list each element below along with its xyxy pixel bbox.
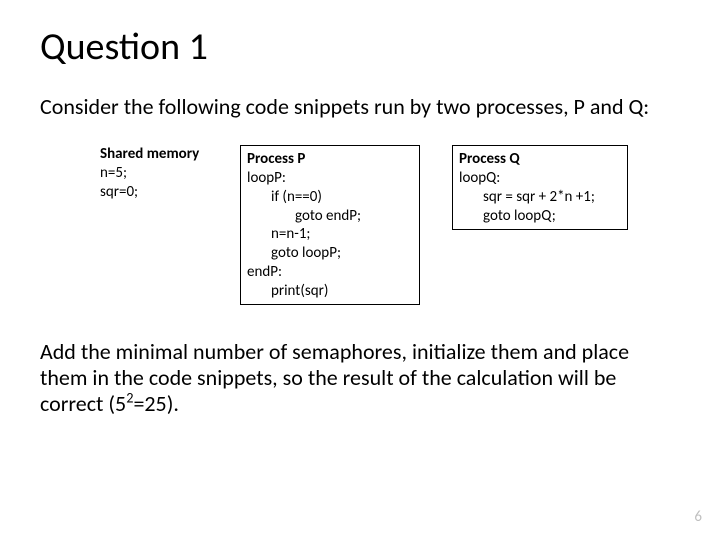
shared-line: n=5; (100, 164, 232, 183)
procP-line: if (n==0) (247, 188, 413, 207)
procP-line: goto loopP; (247, 244, 413, 263)
procQ-heading: Process Q (459, 150, 621, 169)
procP-line: endP: (247, 263, 413, 282)
code-columns: Shared memory n=5; sqr=0; Process P loop… (100, 145, 680, 305)
closing-text: Add the minimal number of semaphores, in… (40, 339, 680, 417)
procP-line: loopP: (247, 169, 413, 188)
page-number: 6 (694, 508, 702, 526)
procP-line: print(sqr) (247, 282, 413, 301)
process-q-block: Process Q loopQ: sqr = sqr + 2*n +1; got… (452, 145, 628, 230)
process-p-block: Process P loopP: if (n==0) goto endP; n=… (240, 145, 420, 305)
procQ-line: sqr = sqr + 2*n +1; (459, 188, 621, 207)
shared-memory-block: Shared memory n=5; sqr=0; (100, 145, 240, 201)
procQ-line: loopQ: (459, 169, 621, 188)
procQ-line: goto loopQ; (459, 207, 621, 226)
procP-heading: Process P (247, 150, 413, 169)
shared-line: sqr=0; (100, 183, 232, 202)
closing-post: =25). (133, 390, 178, 417)
intro-text: Consider the following code snippets run… (40, 94, 680, 119)
shared-heading: Shared memory (100, 145, 232, 164)
procP-line: goto endP; (247, 207, 413, 226)
procP-line: n=n-1; (247, 225, 413, 244)
page-title: Question 1 (40, 24, 680, 70)
slide: Question 1 Consider the following code s… (0, 0, 720, 540)
